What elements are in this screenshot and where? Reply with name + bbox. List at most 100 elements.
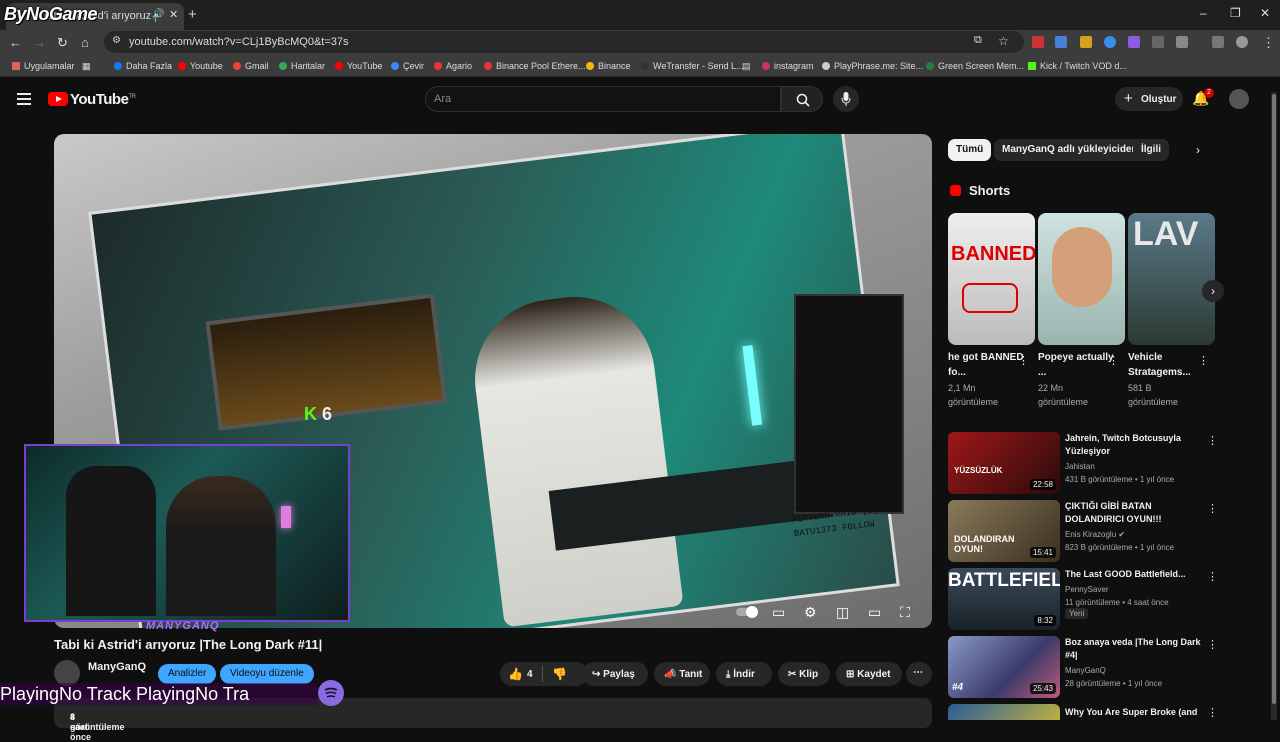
bookmark-item[interactable]: Green Screen Mem... bbox=[926, 61, 1024, 71]
settings-gear-icon[interactable]: ⚙ bbox=[804, 604, 817, 621]
analytics-button[interactable]: Analizler bbox=[158, 664, 217, 684]
promote-button[interactable]: 📣 Tanıt bbox=[654, 662, 710, 686]
search-button[interactable] bbox=[781, 86, 823, 112]
recommendation-thumbnail[interactable]: BATTLEFIELD 1 8:32 bbox=[948, 568, 1060, 630]
back-icon[interactable]: ← bbox=[9, 35, 22, 50]
short-title[interactable]: he got BANNED fo... bbox=[948, 350, 1028, 380]
short-title[interactable]: Vehicle Stratagems... bbox=[1128, 350, 1208, 380]
user-avatar[interactable] bbox=[1229, 89, 1249, 109]
short-menu-icon[interactable]: ⋮ bbox=[1018, 354, 1029, 367]
bookmark-item[interactable]: WeTransfer - Send L... bbox=[641, 61, 744, 71]
channel-name[interactable]: ManyGanQ bbox=[88, 661, 146, 673]
recommendation-title[interactable]: Why You Are Super Broke (and bbox=[1065, 706, 1205, 719]
site-info-icon[interactable]: ⚙ bbox=[112, 35, 121, 46]
bookmark-item[interactable]: instagram bbox=[762, 61, 814, 71]
like-icon[interactable]: 👍 bbox=[508, 667, 523, 681]
bookmark-item[interactable]: Binance bbox=[586, 61, 631, 71]
bookmark-item[interactable]: Haritalar bbox=[279, 61, 325, 71]
recommendation-thumbnail[interactable]: #4 25:43 bbox=[948, 636, 1060, 698]
download-button[interactable]: ⤓ İndir bbox=[716, 662, 772, 686]
bookmark-item[interactable]: Uygulamalar bbox=[12, 61, 75, 71]
profile-icon[interactable] bbox=[1236, 36, 1248, 48]
create-button[interactable]: + Oluştur bbox=[1115, 87, 1183, 111]
bookmark-star-icon[interactable]: ☆ bbox=[998, 34, 1009, 48]
address-bar[interactable]: ⚙ youtube.com/watch?v=CLj1ByBcMQ0&t=37s … bbox=[104, 31, 1024, 53]
edit-video-button[interactable]: Videoyu düzenle bbox=[220, 664, 314, 684]
bookmark-item[interactable]: Çevir bbox=[391, 61, 424, 71]
bookmark-item[interactable]: YouTube bbox=[335, 61, 382, 71]
subtitles-icon[interactable]: ▭ bbox=[772, 604, 785, 621]
recommendation-channel[interactable]: ManyGanQ bbox=[1065, 666, 1106, 675]
home-icon[interactable]: ⌂ bbox=[81, 35, 89, 50]
short-menu-icon[interactable]: ⋮ bbox=[1198, 354, 1209, 367]
chip-related[interactable]: İlgili bbox=[1133, 139, 1169, 161]
shorts-next-icon[interactable]: › bbox=[1202, 280, 1224, 302]
extension-icon-2[interactable] bbox=[1055, 36, 1067, 48]
clip-button[interactable]: ✂ Klip bbox=[778, 662, 830, 686]
bookmark-item[interactable]: Kick / Twitch VOD d... bbox=[1028, 61, 1127, 71]
recommendation-title[interactable]: The Last GOOD Battlefield... bbox=[1065, 568, 1205, 581]
new-tab-button[interactable]: + bbox=[188, 6, 197, 23]
bookmark-item[interactable]: Gmail bbox=[233, 61, 269, 71]
dislike-icon[interactable]: 👎 bbox=[552, 667, 567, 681]
chips-next-icon[interactable]: › bbox=[1196, 143, 1200, 157]
bookmark-item[interactable]: Agario bbox=[434, 61, 472, 71]
extension-icon-1[interactable] bbox=[1032, 36, 1044, 48]
chip-from-uploader[interactable]: ManyGanQ adlı yükleyiciden bbox=[994, 139, 1146, 161]
recommendation-channel[interactable]: PennySaver bbox=[1065, 585, 1109, 594]
youtube-logo-icon[interactable] bbox=[48, 92, 68, 106]
voice-search-button[interactable] bbox=[833, 86, 859, 112]
extension-icon-3[interactable] bbox=[1080, 36, 1092, 48]
recommendation-title[interactable]: Boz anaya veda |The Long Dark #4| bbox=[1065, 636, 1205, 662]
recommendation-menu-icon[interactable]: ⋮ bbox=[1207, 502, 1218, 515]
recommendation-item[interactable]: Why You Are Super Broke (and ⋮ bbox=[948, 704, 1218, 720]
bookmark-item[interactable]: Daha Fazla bbox=[114, 61, 172, 71]
recommendation-item[interactable]: BATTLEFIELD 1 8:32 The Last GOOD Battlef… bbox=[948, 568, 1218, 630]
bookmark-item[interactable]: PlayPhrase.me: Site... bbox=[822, 61, 923, 71]
recommendation-menu-icon[interactable]: ⋮ bbox=[1207, 706, 1218, 719]
miniplayer-icon[interactable]: ◫ bbox=[836, 604, 849, 621]
reading-list-icon[interactable] bbox=[1212, 36, 1224, 48]
share-button[interactable]: ↪ Paylaş bbox=[582, 662, 648, 686]
minimize-button[interactable]: – bbox=[1200, 6, 1207, 20]
recommendation-channel[interactable]: Enis Kirazoglu ✔ bbox=[1065, 530, 1125, 539]
page-scrollbar-thumb[interactable] bbox=[1272, 94, 1276, 704]
extension-icon-4[interactable] bbox=[1104, 36, 1116, 48]
recommendation-item[interactable]: YÜZSÜZLÜK 22:58 Jahrein, Twitch Botcusuy… bbox=[948, 432, 1218, 494]
fullscreen-icon[interactable]: ⛶ bbox=[900, 604, 910, 621]
short-thumbnail[interactable]: LAV bbox=[1128, 213, 1215, 345]
extension-icon-6[interactable] bbox=[1152, 36, 1164, 48]
autoplay-toggle[interactable] bbox=[736, 606, 758, 618]
menu-icon[interactable] bbox=[17, 93, 31, 105]
restore-button[interactable]: ❐ bbox=[1230, 6, 1241, 20]
close-window-button[interactable]: ✕ bbox=[1260, 6, 1270, 20]
bookmark-item[interactable]: Youtube bbox=[178, 61, 223, 71]
recommendation-item[interactable]: DOLANDIRAN OYUN! 15:41 ÇIKTIĞI GİBİ BATA… bbox=[948, 500, 1218, 562]
reload-icon[interactable]: ↻ bbox=[57, 35, 68, 51]
tab-close-icon[interactable]: ✕ bbox=[169, 8, 178, 21]
theater-mode-icon[interactable]: ▭ bbox=[868, 604, 881, 621]
youtube-logo-text[interactable]: YouTubeTR bbox=[70, 91, 136, 108]
recommendation-thumbnail[interactable] bbox=[948, 704, 1060, 720]
recommendation-menu-icon[interactable]: ⋮ bbox=[1207, 570, 1218, 583]
chip-all[interactable]: Tümü bbox=[948, 139, 992, 161]
extensions-puzzle-icon[interactable] bbox=[1176, 36, 1188, 48]
browser-menu-icon[interactable]: ⋮ bbox=[1262, 35, 1275, 51]
search-input[interactable] bbox=[434, 91, 764, 107]
apps-grid-icon[interactable]: ▦ bbox=[82, 61, 91, 72]
forward-icon[interactable]: → bbox=[33, 35, 46, 50]
extension-icon-5[interactable] bbox=[1128, 36, 1140, 48]
recommendation-title[interactable]: Jahrein, Twitch Botcusuyla Yüzleşiyor bbox=[1065, 432, 1205, 458]
recommendation-channel[interactable]: Jahistan bbox=[1065, 462, 1095, 471]
short-menu-icon[interactable]: ⋮ bbox=[1108, 354, 1119, 367]
bookmark-item[interactable]: Binance Pool Ethere... bbox=[484, 61, 586, 71]
short-thumbnail[interactable]: BANNED bbox=[948, 213, 1035, 345]
short-thumbnail[interactable] bbox=[1038, 213, 1125, 345]
recommendation-thumbnail[interactable]: YÜZSÜZLÜK 22:58 bbox=[948, 432, 1060, 494]
search-box[interactable] bbox=[425, 86, 781, 112]
more-actions-icon[interactable]: ⋯ bbox=[906, 662, 932, 686]
recommendation-menu-icon[interactable]: ⋮ bbox=[1207, 434, 1218, 447]
short-title[interactable]: Popeye actually ... bbox=[1038, 350, 1114, 380]
tab-audio-icon[interactable]: 🔊 bbox=[152, 9, 164, 20]
recommendation-thumbnail[interactable]: DOLANDIRAN OYUN! 15:41 bbox=[948, 500, 1060, 562]
